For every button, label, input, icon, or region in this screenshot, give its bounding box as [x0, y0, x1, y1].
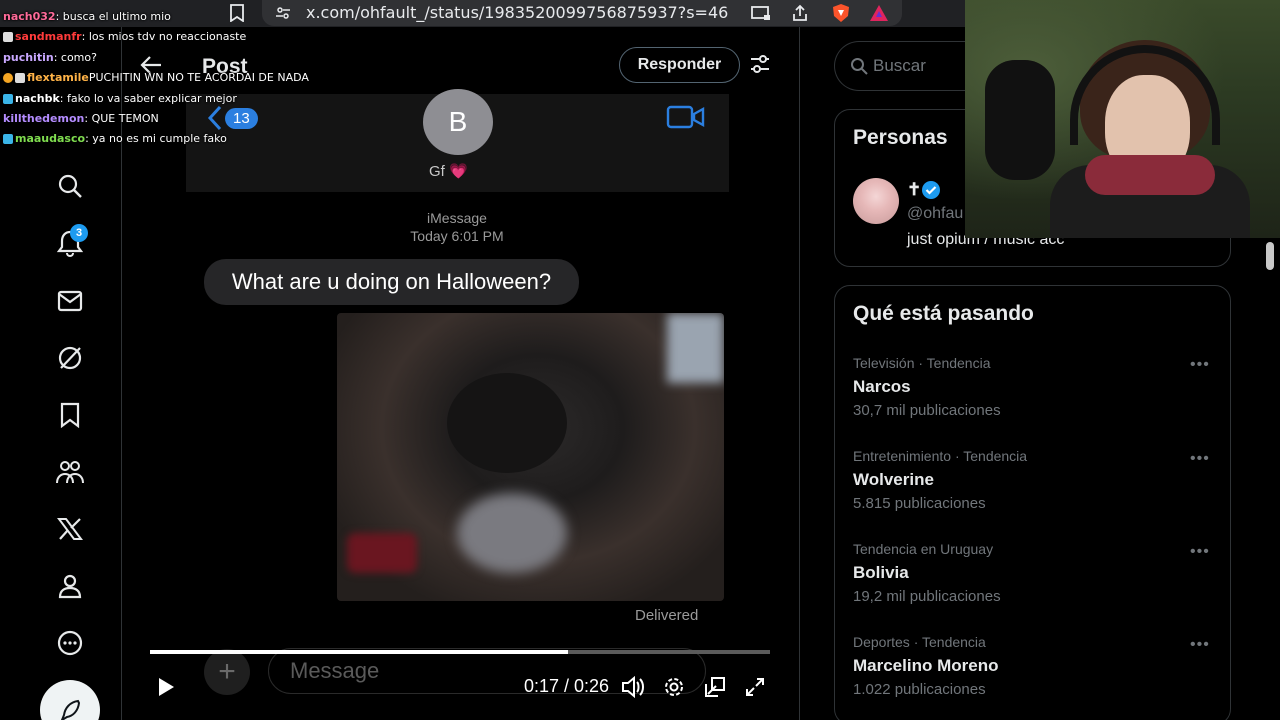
- trend-category: Televisión · Tendencia: [853, 355, 991, 371]
- bookmarks-icon[interactable]: [53, 398, 87, 432]
- webcam-overlay: [965, 0, 1280, 238]
- message-bubble: What are u doing on Halloween?: [204, 259, 579, 305]
- trend-category: Entretenimiento · Tendencia: [853, 448, 1028, 464]
- trend-count: 19,2 mil publicaciones: [853, 588, 1001, 605]
- communities-icon[interactable]: [53, 455, 87, 489]
- chat-username: puchitin: [3, 51, 54, 64]
- filter-settings-icon[interactable]: [748, 52, 772, 81]
- grok-icon[interactable]: [53, 341, 87, 375]
- chat-text: fako lo va saber explicar mejor: [67, 92, 237, 105]
- people-title: Personas: [853, 126, 948, 149]
- x-premium-icon[interactable]: [53, 512, 87, 546]
- stream-chat-overlay: nach032: busca el ultimo mio sandmanfr: …: [0, 0, 309, 150]
- chat-username: maaudasco: [15, 132, 86, 145]
- video-progress-fill: [150, 650, 568, 654]
- page-scrollbar[interactable]: [1264, 238, 1276, 720]
- chat-text: ya no es mi cumple fako: [92, 132, 227, 145]
- brave-shield-icon[interactable]: [830, 2, 852, 24]
- chat-username: flextamile: [27, 71, 89, 84]
- chat-message: sandmanfr: los mios tdv no reaccionaste: [3, 30, 246, 44]
- imessage-meta: iMessage Today 6:01 PM: [395, 209, 519, 245]
- chat-text: PUCHITIN WN NO TE ACORDAI DE NADA: [88, 71, 309, 84]
- trend-name: Bolivia: [853, 563, 909, 582]
- more-dots-icon[interactable]: •••: [1190, 356, 1210, 374]
- settings-gear-icon[interactable]: [661, 673, 687, 701]
- search-placeholder: Buscar: [873, 56, 926, 75]
- notifications-badge: 3: [70, 224, 88, 242]
- play-icon[interactable]: [152, 673, 180, 701]
- trend-count: 5.815 publicaciones: [853, 495, 986, 512]
- person-name[interactable]: ✝: [907, 180, 921, 200]
- contact-name: Gf 💗: [429, 163, 468, 180]
- trend-count: 1.022 publicaciones: [853, 681, 986, 698]
- profile-icon[interactable]: [53, 569, 87, 603]
- more-dots-icon[interactable]: •••: [1190, 450, 1210, 468]
- trend-category: Deportes · Tendencia: [853, 634, 986, 650]
- fullscreen-icon[interactable]: [742, 673, 768, 701]
- chat-message: maaudasco: ya no es mi cumple fako: [3, 132, 227, 146]
- facetime-icon: [666, 104, 706, 135]
- chat-username: sandmanfr: [15, 30, 82, 43]
- chat-username: nach032: [3, 10, 56, 23]
- brave-rewards-icon[interactable]: [868, 2, 890, 24]
- chat-message: flextamilePUCHITIN WN NO TE ACORDAI DE N…: [3, 71, 309, 85]
- trend-name: Marcelino Moreno: [853, 656, 999, 675]
- chat-message: puchitin: como?: [3, 51, 97, 64]
- imessage-placeholder: Message: [290, 658, 380, 683]
- messages-icon[interactable]: [53, 284, 87, 318]
- chat-text: QUE TEMON: [91, 112, 159, 125]
- more-options-icon[interactable]: [53, 626, 87, 660]
- chat-text: busca el ultimo mio: [62, 10, 171, 23]
- media-attachment: [337, 313, 724, 601]
- trend-count: 30,7 mil publicaciones: [853, 402, 1001, 419]
- reply-button[interactable]: Responder: [619, 47, 740, 83]
- feather-icon: [60, 699, 81, 720]
- contact-avatar: B: [423, 89, 493, 155]
- chat-message: nach032: busca el ultimo mio: [3, 10, 171, 23]
- message-timestamp: Today 6:01 PM: [410, 228, 504, 244]
- explore-icon[interactable]: [53, 169, 87, 203]
- search-icon: [850, 57, 868, 80]
- chat-text: como?: [60, 51, 97, 64]
- service-label: iMessage: [427, 210, 487, 226]
- chat-text: los mios tdv no reaccionaste: [88, 30, 247, 43]
- share-icon[interactable]: [789, 2, 811, 24]
- verified-badge-icon: [921, 180, 941, 205]
- chat-message: killthedemon: QUE TEMON: [3, 112, 159, 125]
- trend-name: Narcos: [853, 377, 911, 396]
- video-progress-bar[interactable]: [150, 650, 770, 654]
- microphone: [985, 60, 1055, 180]
- chat-username: killthedemon: [3, 112, 85, 125]
- chat-username: nachbk: [15, 92, 60, 105]
- more-dots-icon[interactable]: •••: [1190, 636, 1210, 654]
- more-dots-icon[interactable]: •••: [1190, 543, 1210, 561]
- imessage-plus-icon: +: [204, 649, 250, 695]
- trend-category: Tendencia en Uruguay: [853, 541, 994, 557]
- avatar[interactable]: [853, 178, 899, 224]
- video-time: 0:17 / 0:26: [524, 676, 610, 696]
- chat-message: nachbk: fako lo va saber explicar mejor: [3, 92, 237, 106]
- delivered-status: Delivered: [635, 607, 699, 624]
- picture-in-picture-icon[interactable]: [702, 673, 728, 701]
- person-handle[interactable]: @ohfau: [907, 205, 963, 223]
- cast-icon[interactable]: [750, 2, 772, 24]
- scrollbar-thumb[interactable]: [1266, 242, 1274, 270]
- trend-name: Wolverine: [853, 470, 934, 489]
- volume-icon[interactable]: [620, 673, 646, 701]
- trends-title: Qué está pasando: [853, 302, 1034, 325]
- url-text[interactable]: x.com/ohfault_/status/198352009975687593…: [306, 3, 728, 22]
